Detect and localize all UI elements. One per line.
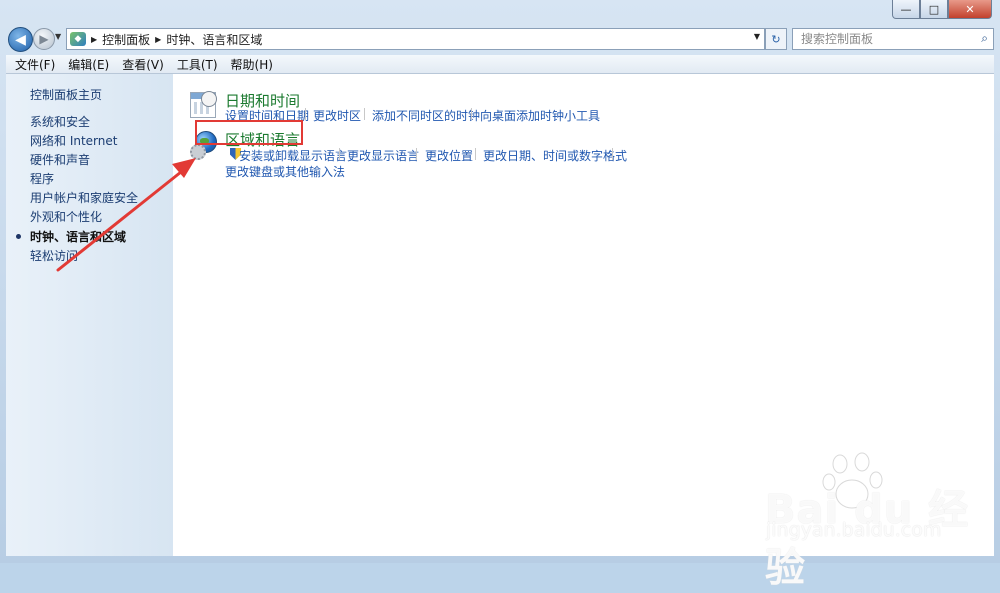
watermark-url: jingyan.baidu.com: [766, 519, 942, 541]
